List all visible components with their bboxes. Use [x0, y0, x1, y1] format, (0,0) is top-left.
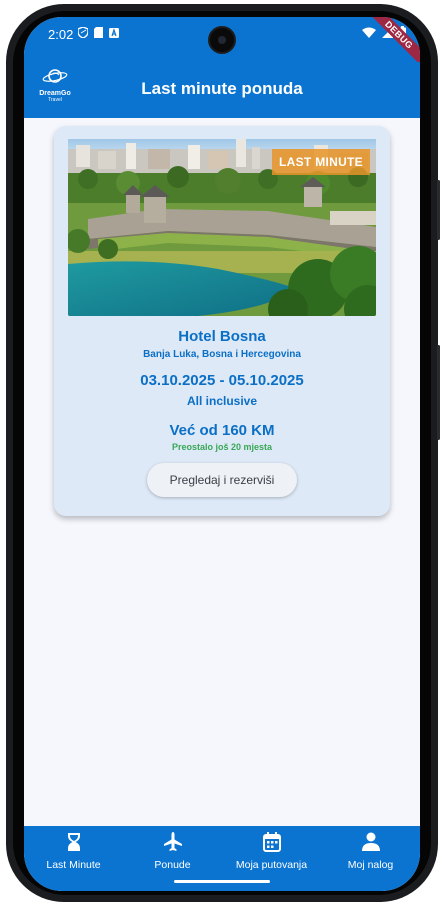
app-bar: DreamGo Travel Last minute ponuda [24, 62, 420, 118]
hotel-location: Banja Luka, Bosna i Hercegovina [143, 349, 301, 360]
status-icons-left [78, 27, 119, 38]
travel-dates: 03.10.2025 - 05.10.2025 [140, 372, 304, 389]
phone-side-button [437, 345, 440, 440]
view-and-book-button[interactable]: Pregledaj i rezerviši [147, 463, 297, 497]
page-title: Last minute ponuda [141, 79, 303, 98]
calendar-icon [262, 832, 281, 852]
hourglass-icon [67, 833, 80, 851]
app-screen: 2:02 DEBUG DreamGo Travel Last minute po… [24, 17, 420, 891]
nav-item-my-account[interactable]: Moj nalog [321, 826, 420, 891]
nav-label: Ponude [154, 859, 191, 871]
status-bar: 2:02 DEBUG [24, 17, 420, 70]
nav-label: Last Minute [46, 859, 101, 871]
person-icon [361, 832, 380, 851]
spots-remaining: Preostalo još 20 mjesta [171, 442, 273, 452]
airplane-icon [163, 832, 182, 851]
status-time: 2:02 [48, 27, 74, 42]
front-camera [208, 26, 236, 54]
offer-price: Već od 160 KM [169, 422, 275, 439]
shield-icon [78, 27, 88, 38]
nav-label: Moja putovanja [235, 859, 308, 871]
app-notification-icon [109, 27, 119, 38]
hotel-image: LAST MINUTE [68, 139, 376, 316]
board-type: All inclusive [186, 394, 258, 408]
nav-item-last-minute[interactable]: Last Minute [24, 826, 123, 891]
hotel-name: Hotel Bosna [178, 328, 266, 345]
phone-side-button [437, 180, 440, 240]
offer-card[interactable]: LAST MINUTE Hotel Bosna Banja Luka, Bosn… [54, 126, 390, 516]
home-indicator[interactable] [174, 880, 270, 883]
nav-label: Moj nalog [347, 859, 394, 871]
last-minute-badge: LAST MINUTE [272, 149, 370, 175]
sd-card-icon [94, 27, 103, 38]
wifi-icon [362, 27, 376, 38]
